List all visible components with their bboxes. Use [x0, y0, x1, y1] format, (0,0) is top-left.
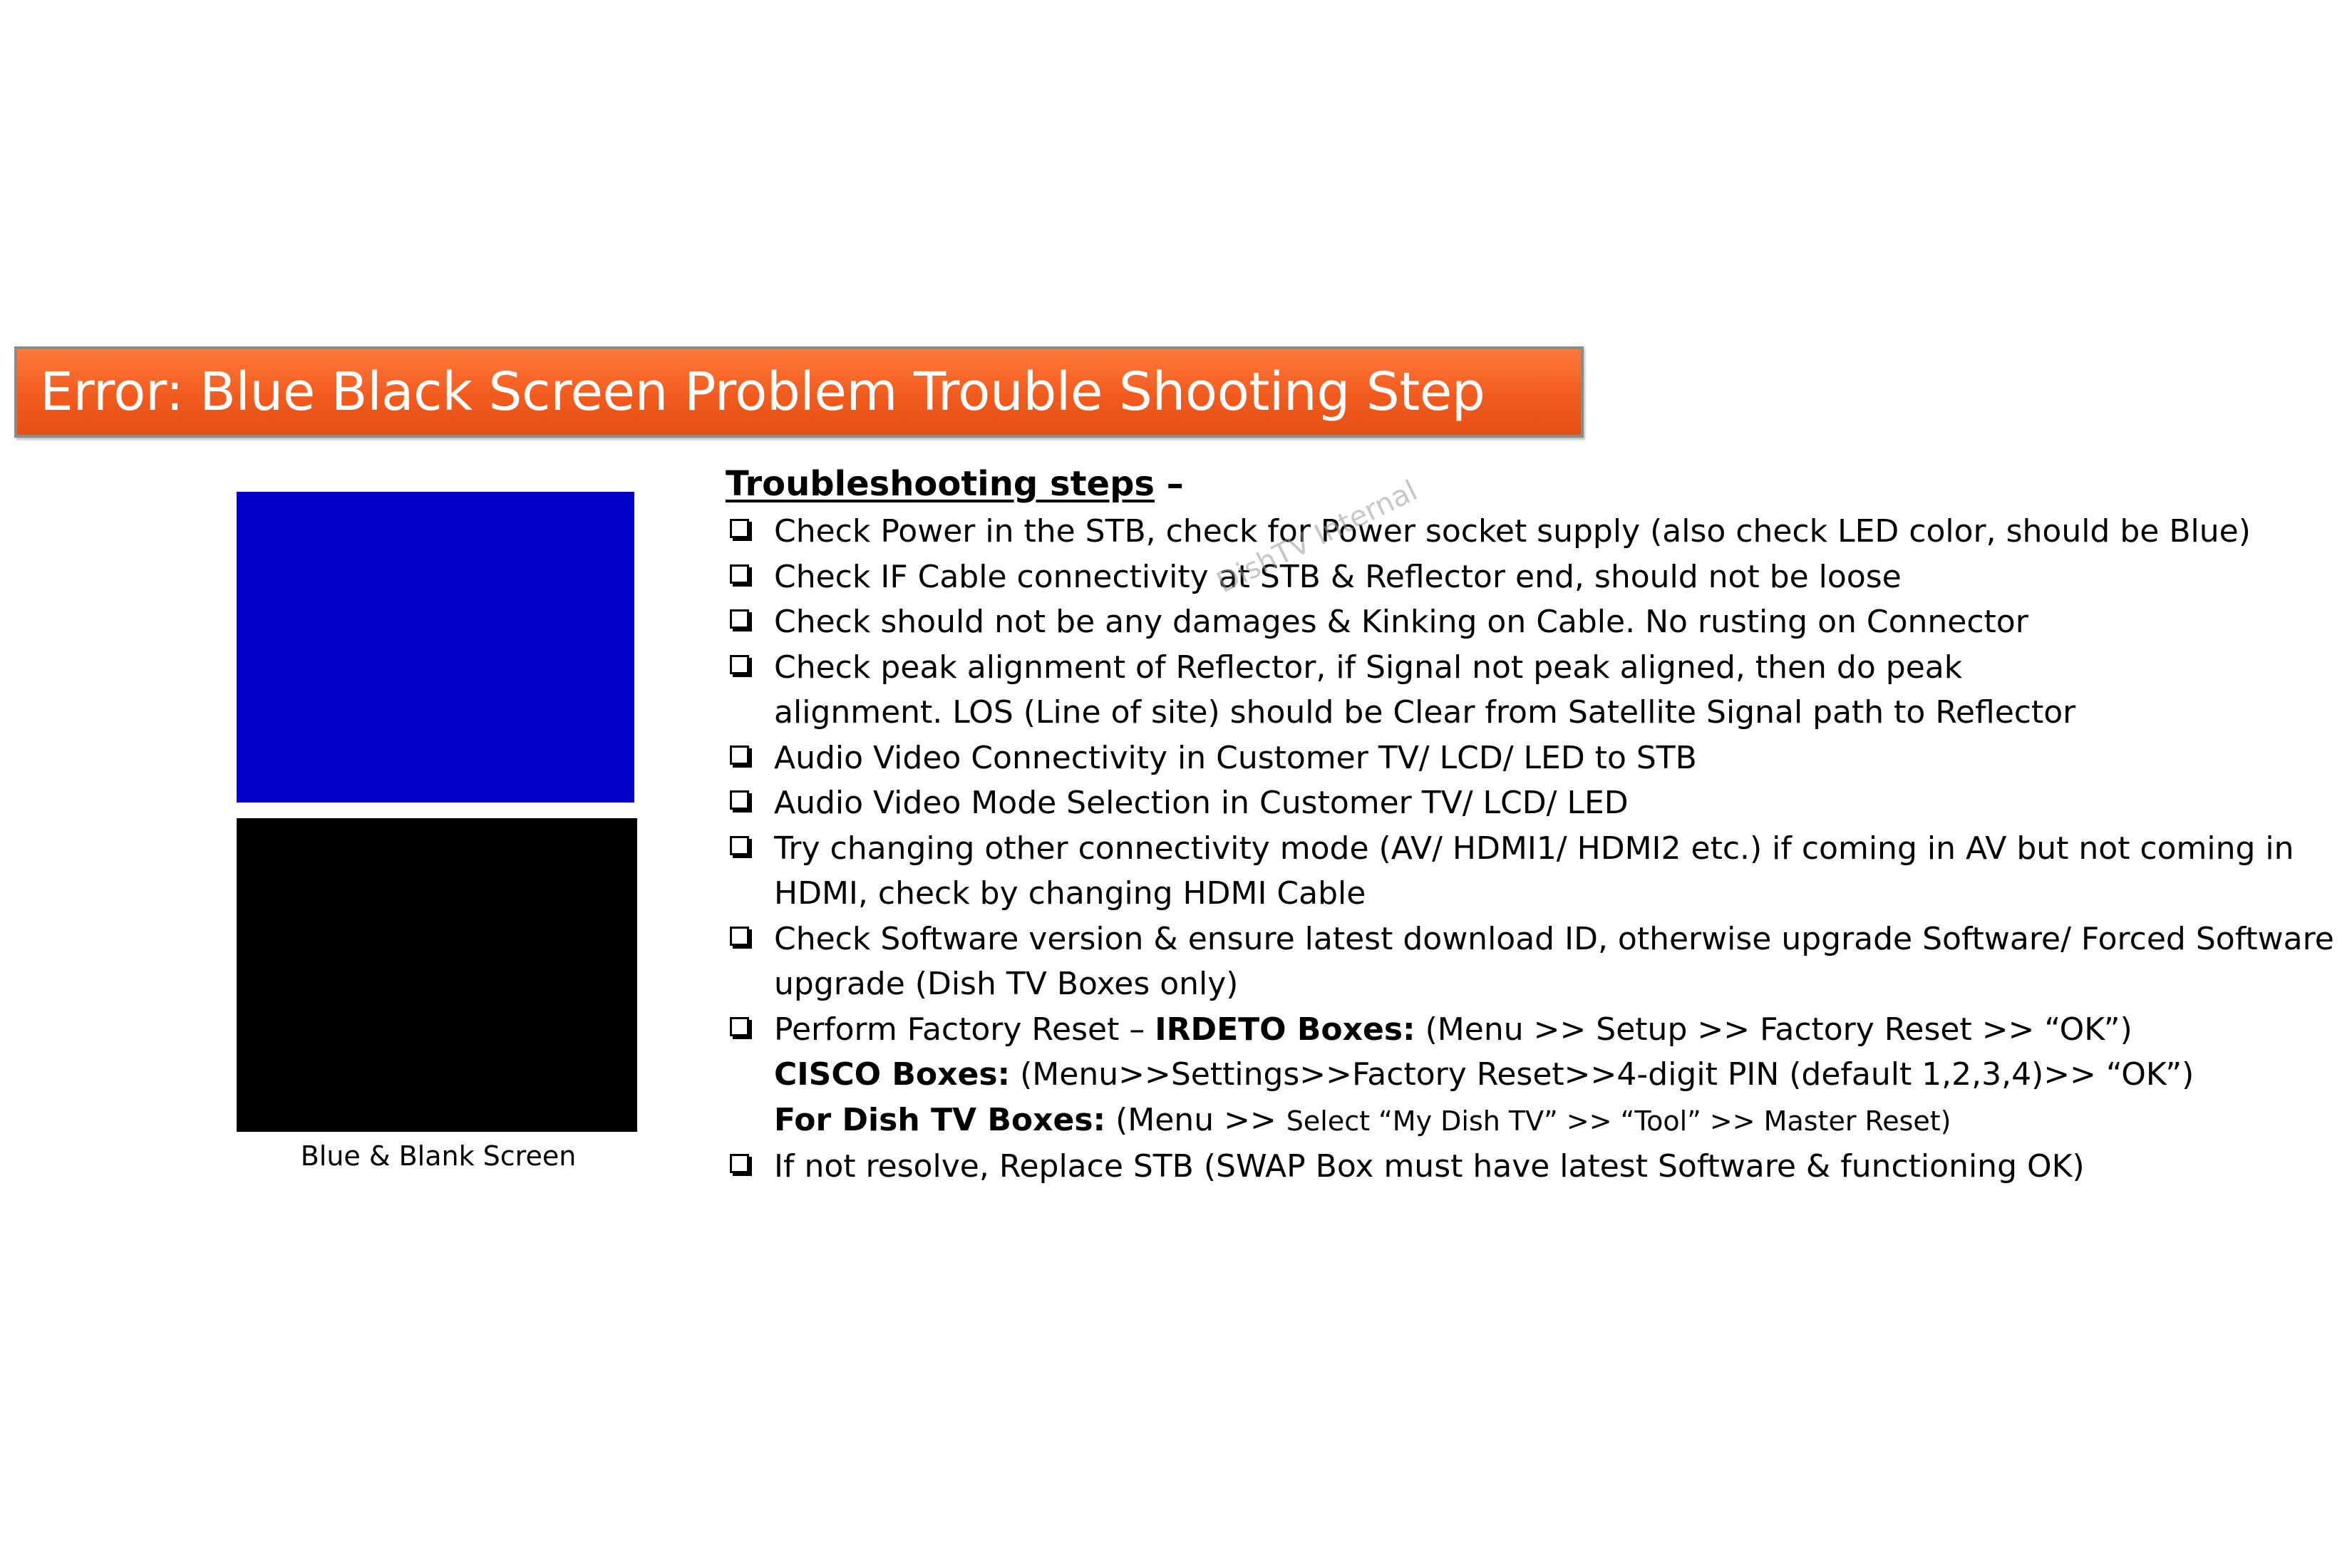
- checkbox-bullet-icon: [730, 1016, 749, 1036]
- factory-reset-cisco-line: CISCO Boxes: (Menu>>Settings>>Factory Re…: [774, 1052, 2334, 1098]
- checkbox-bullet-icon: [730, 790, 749, 810]
- step-text: Check Software version & ensure latest d…: [774, 920, 2334, 957]
- checkbox-bullet-icon: [730, 519, 749, 538]
- step-text-continued: upgrade (Dish TV Boxes only): [774, 966, 1239, 1002]
- step-text: Check peak alignment of Reflector, if Si…: [774, 649, 1963, 686]
- troubleshooting-heading: Troubleshooting steps –: [726, 462, 1184, 506]
- troubleshooting-steps-list: Check Power in the STB, check for Power …: [726, 509, 2334, 1190]
- troubleshooting-heading-text: Troubleshooting steps: [726, 464, 1155, 504]
- step-check-if-cable: Check IF Cable connectivity at STB & Ref…: [726, 555, 2334, 600]
- step-text: Audio Video Connectivity in Customer TV/…: [774, 739, 1697, 776]
- step-check-software: Check Software version & ensure latest d…: [726, 917, 2334, 1007]
- step-text: If not resolve, Replace STB (SWAP Box mu…: [774, 1148, 2085, 1185]
- checkbox-bullet-icon: [730, 835, 749, 855]
- step-av-mode: Audio Video Mode Selection in Customer T…: [726, 780, 2334, 826]
- step-text: Audio Video Mode Selection in Customer T…: [774, 785, 1629, 821]
- step-text: Check Power in the STB, check for Power …: [774, 513, 2251, 550]
- dish-label: For Dish TV Boxes:: [774, 1101, 1106, 1138]
- black-screen-swatch: [237, 818, 637, 1132]
- checkbox-bullet-icon: [730, 745, 749, 765]
- dish-path-start: (Menu >>: [1105, 1101, 1286, 1138]
- factory-reset-irdeto-line: Perform Factory Reset – IRDETO Boxes: (M…: [774, 1007, 2334, 1053]
- step-text: Check should not be any damages & Kinkin…: [774, 604, 2028, 640]
- irdeto-label: IRDETO Boxes:: [1155, 1011, 1415, 1048]
- cisco-label: CISCO Boxes:: [774, 1056, 1011, 1093]
- title-banner: Error: Blue Black Screen Problem Trouble…: [14, 346, 1584, 438]
- step-av-connectivity: Audio Video Connectivity in Customer TV/…: [726, 736, 2334, 781]
- checkbox-bullet-icon: [730, 926, 749, 946]
- blue-screen-swatch: [237, 492, 634, 803]
- page-title: Error: Blue Black Screen Problem Trouble…: [40, 361, 1485, 423]
- step-text-continued: HDMI, check by changing HDMI Cable: [774, 875, 1366, 912]
- step-text: Try changing other connectivity mode (AV…: [774, 830, 2294, 867]
- step-change-connectivity-mode: Try changing other connectivity mode (AV…: [726, 826, 2334, 917]
- factory-reset-dish-line: For Dish TV Boxes: (Menu >> Select “My D…: [774, 1098, 2334, 1145]
- step-check-power: Check Power in the STB, check for Power …: [726, 509, 2334, 555]
- illustration-caption: Blue & Blank Screen: [300, 1140, 577, 1172]
- cisco-path: (Menu>>Settings>>Factory Reset>>4-digit …: [1010, 1056, 2194, 1093]
- step-text: Check IF Cable connectivity at STB & Ref…: [774, 558, 1902, 595]
- step-factory-reset: Perform Factory Reset – IRDETO Boxes: (M…: [726, 1007, 2334, 1145]
- step-replace-stb: If not resolve, Replace STB (SWAP Box mu…: [726, 1144, 2334, 1190]
- step-check-cable-damage: Check should not be any damages & Kinkin…: [726, 599, 2334, 645]
- checkbox-bullet-icon: [730, 564, 749, 584]
- step-text-continued: alignment. LOS (Line of site) should be …: [774, 694, 2076, 731]
- heading-dash: –: [1155, 464, 1184, 504]
- factory-reset-intro: Perform Factory Reset –: [774, 1011, 1155, 1048]
- checkbox-bullet-icon: [730, 609, 749, 629]
- checkbox-bullet-icon: [730, 654, 749, 674]
- irdeto-path: (Menu >> Setup >> Factory Reset >> “OK”): [1415, 1011, 2132, 1048]
- dish-path-end: Select “My Dish TV” >> “Tool” >> Master …: [1286, 1105, 1951, 1137]
- step-check-peak-alignment: Check peak alignment of Reflector, if Si…: [726, 645, 2334, 736]
- checkbox-bullet-icon: [730, 1154, 749, 1173]
